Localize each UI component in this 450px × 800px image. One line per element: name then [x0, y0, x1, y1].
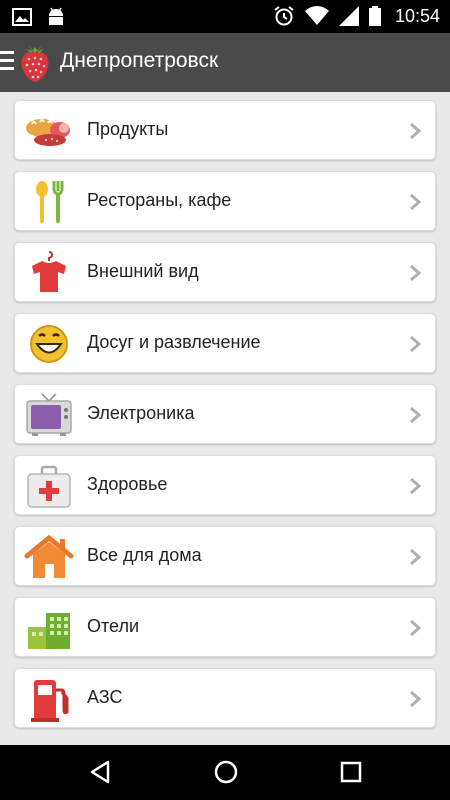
tshirt-hanger-icon [32, 251, 66, 292]
category-hotels[interactable]: Отели [14, 597, 436, 657]
category-label: Отели [87, 616, 140, 636]
category-label: АЗС [87, 687, 123, 707]
category-label: Электроника [87, 403, 195, 423]
category-label: Досуг и развлечение [87, 332, 261, 352]
home-button[interactable] [213, 759, 239, 785]
android-icon [49, 7, 63, 25]
category-label: Здоровье [87, 474, 168, 494]
first-aid-kit-icon [27, 465, 71, 508]
battery-icon [368, 6, 381, 26]
navigation-bar [0, 745, 450, 800]
chevron-right-icon [410, 264, 421, 282]
category-label: Внешний вид [87, 261, 199, 281]
smiley-icon [30, 325, 68, 363]
category-list: Продукты Рестораны, кафе Внешний вид Дос… [0, 92, 450, 745]
category-electronics[interactable]: Электроника [14, 384, 436, 444]
category-appearance[interactable]: Внешний вид [14, 242, 436, 302]
alarm-icon [274, 6, 294, 26]
chevron-right-icon [410, 335, 421, 353]
chevron-right-icon [410, 122, 421, 140]
fuel-pump-icon [31, 680, 69, 722]
recents-button[interactable] [339, 759, 363, 785]
category-leisure[interactable]: Досуг и развлечение [14, 313, 436, 373]
chevron-right-icon [410, 193, 421, 211]
page-title: Днепропетровск [60, 49, 219, 72]
chevron-right-icon [410, 690, 421, 708]
signal-icon [338, 6, 359, 26]
chevron-right-icon [410, 548, 421, 566]
strawberry-logo-icon[interactable] [18, 41, 52, 83]
bread-sausage-icon [26, 119, 70, 146]
category-products[interactable]: Продукты [14, 100, 436, 160]
house-icon [24, 534, 74, 578]
category-label: Рестораны, кафе [87, 190, 232, 210]
action-bar: Днепропетровск [0, 33, 450, 92]
menu-icon[interactable] [0, 51, 14, 73]
category-restaurants[interactable]: Рестораны, кафе [14, 171, 436, 231]
chevron-right-icon [410, 619, 421, 637]
category-gas-stations[interactable]: АЗС [14, 668, 436, 728]
back-button[interactable] [88, 759, 112, 785]
clock: 10:54 [394, 5, 440, 26]
category-home[interactable]: Все для дома [14, 526, 436, 586]
wifi-icon [304, 6, 329, 26]
category-health[interactable]: Здоровье [14, 455, 436, 515]
chevron-right-icon [410, 477, 421, 495]
chevron-right-icon [410, 406, 421, 424]
image-icon [12, 8, 32, 26]
tv-icon [26, 393, 72, 436]
category-label: Продукты [87, 119, 169, 139]
category-label: Все для дома [87, 545, 202, 565]
status-bar: 10:54 [0, 0, 450, 33]
cutlery-icon [36, 181, 64, 223]
hotel-buildings-icon [28, 613, 70, 649]
